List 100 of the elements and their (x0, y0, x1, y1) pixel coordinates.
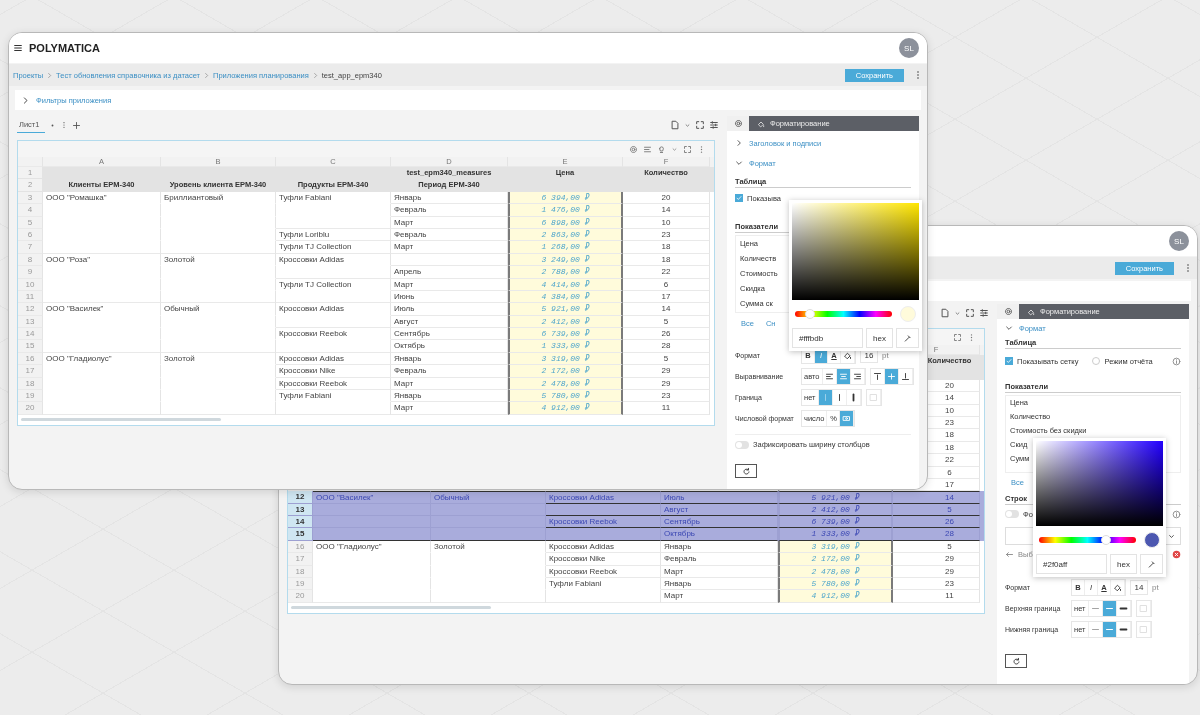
export-icon[interactable] (940, 308, 950, 318)
table-cell: 20 (623, 191, 710, 205)
chevron-icon[interactable] (735, 159, 743, 167)
table-cell: Январь (391, 191, 508, 205)
slider-thumb[interactable] (804, 309, 815, 319)
table-cell: 2 172,00 ₽ (778, 553, 893, 566)
settings-icon (733, 119, 743, 128)
selected-row[interactable]: 12 ООО "Василек" Обычный Кроссовки Adidas Июль 5 921,00 ₽ 14 (288, 491, 984, 504)
border-color-button[interactable] (1136, 622, 1151, 637)
table-cell: Кроссовки Reebok (276, 377, 391, 391)
table-cell: 29 (623, 377, 710, 391)
hue-slider[interactable] (1039, 537, 1136, 543)
info-icon[interactable] (1172, 509, 1181, 519)
back-arrow-icon[interactable] (1005, 549, 1014, 559)
table-cell: Туфли Loriblu (276, 228, 391, 242)
eyedropper-button[interactable] (1140, 554, 1163, 574)
table-cell: Октябрь (661, 528, 778, 541)
settings-tab[interactable] (997, 304, 1019, 319)
row-number[interactable]: 15 (288, 528, 313, 541)
add-icon[interactable] (72, 120, 82, 130)
row-number: 17 (18, 365, 43, 378)
fullscreen-icon[interactable] (965, 308, 975, 318)
row-number[interactable]: 14 (288, 516, 313, 529)
table-cell: Обычный (161, 303, 276, 316)
table-cell: ООО "Василек" (43, 303, 161, 316)
table-cell: 4 912,00 ₽ (778, 590, 893, 603)
currency-format-button[interactable] (840, 411, 855, 426)
color-input[interactable]: #2f0aff (1036, 554, 1108, 574)
table-cell: 6 739,00 ₽ (508, 328, 623, 341)
chevron-icon[interactable] (21, 95, 30, 105)
table-cell: Февраль (661, 553, 778, 566)
align-right-icon (852, 372, 862, 381)
table-cell: ООО "Василек" (313, 491, 431, 505)
caret-icon[interactable] (954, 309, 961, 317)
bulb-icon[interactable] (657, 144, 666, 154)
fullscreen-icon[interactable] (683, 144, 692, 154)
hue-slider[interactable] (795, 311, 892, 317)
paint-bucket-icon (1027, 307, 1035, 316)
table-cell: Обычный (431, 491, 546, 505)
table-cell: ООО "Гладиолус" (313, 540, 431, 554)
format-button[interactable]: hex (866, 328, 893, 348)
toggle-switch[interactable] (1005, 510, 1019, 518)
slider-thumb[interactable] (1100, 535, 1111, 545)
fill-color-button[interactable] (1111, 580, 1125, 595)
checkbox[interactable] (1005, 357, 1013, 365)
settings-icon[interactable] (629, 144, 638, 154)
font-size-field[interactable]: 14 (1130, 580, 1148, 595)
list-icon[interactable] (643, 144, 652, 154)
caret-icon[interactable] (684, 121, 691, 129)
info-icon[interactable] (1172, 356, 1181, 366)
sliders-icon[interactable] (709, 120, 719, 130)
table-cell: 18 (623, 253, 710, 267)
table-cell: Кроссовки Adidas (276, 253, 391, 267)
row-number: 15 (18, 340, 43, 353)
logo: POLYMATICA (29, 42, 100, 54)
sliders-icon[interactable] (979, 308, 989, 318)
caret-icon[interactable] (671, 145, 678, 153)
scrollbar-thumb[interactable] (21, 417, 221, 421)
unit-label: pt (882, 351, 889, 360)
fullscreen-icon[interactable] (953, 332, 962, 342)
table-cell: Кроссовки Adidas (276, 303, 391, 316)
color-area[interactable] (1036, 441, 1163, 526)
chevron-icon[interactable] (1005, 324, 1013, 332)
reset-button[interactable] (1005, 654, 1027, 668)
border-color-button[interactable] (866, 390, 881, 405)
table-cell: Апрель (391, 266, 508, 279)
selected-row[interactable]: 15 Октябрь 1 333,00 ₽ 28 (288, 528, 984, 541)
color-input[interactable]: #fffbdb (792, 328, 864, 348)
color-area[interactable] (792, 203, 919, 300)
chevron-icon[interactable] (735, 139, 743, 147)
fullscreen-icon[interactable] (695, 120, 705, 130)
settings-icon (1003, 307, 1013, 316)
align-left-icon (824, 372, 834, 381)
checkbox[interactable] (735, 194, 743, 202)
format-button[interactable]: hex (1110, 554, 1137, 574)
table-cell: 1 476,00 ₽ (508, 204, 623, 217)
table-cell: 18 (623, 241, 710, 254)
toggle-switch[interactable] (735, 440, 749, 449)
banknote-icon (842, 414, 852, 423)
reset-button[interactable] (735, 464, 757, 478)
paint-bucket-icon (757, 119, 765, 128)
scrollbar-thumb[interactable] (291, 605, 491, 609)
selected-row[interactable]: 14 Кроссовки Reebok Сентябрь 6 739,00 ₽ 26 (288, 516, 984, 529)
table-cell: 17 (623, 290, 710, 304)
table-cell: 23 (623, 228, 710, 242)
table-cell: 1 333,00 ₽ (508, 340, 623, 353)
table-cell: 5 (623, 352, 710, 366)
table-cell: 14 (623, 303, 710, 316)
export-icon[interactable] (670, 120, 680, 130)
table-cell: 4 912,00 ₽ (508, 402, 623, 415)
menu-icon[interactable] (13, 43, 23, 53)
table-cell: 14 (623, 204, 710, 217)
eyedropper-button[interactable] (896, 328, 919, 348)
close-icon[interactable] (1172, 549, 1181, 559)
table-cell: 5 921,00 ₽ (508, 303, 623, 316)
paint-bucket-icon (843, 351, 852, 360)
eyedropper-icon (903, 333, 912, 343)
row-number[interactable]: 12 (288, 491, 313, 505)
table-cell: 5 (623, 315, 710, 329)
border-color-button[interactable] (1136, 601, 1151, 616)
